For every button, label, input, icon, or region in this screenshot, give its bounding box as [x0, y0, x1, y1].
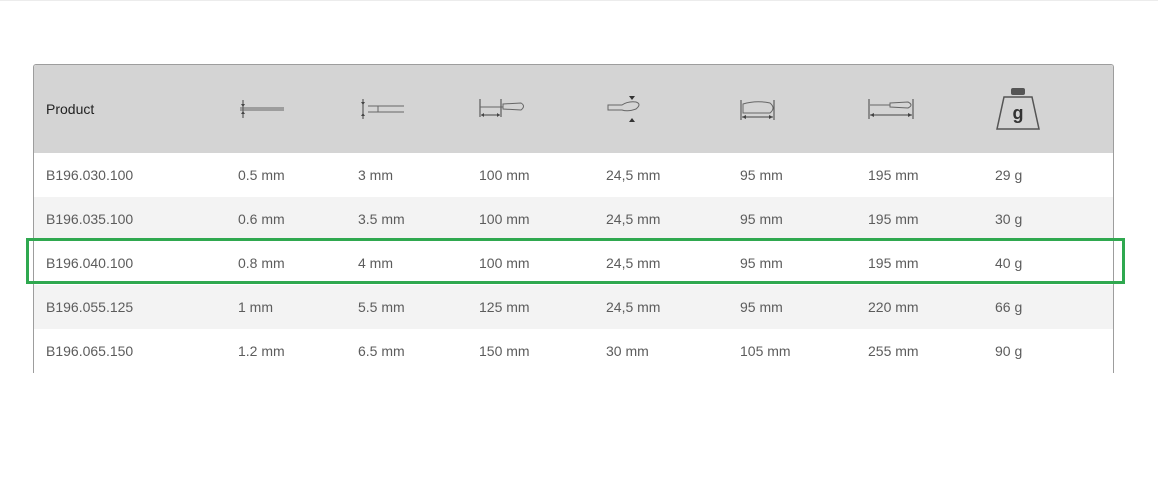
highlighted-row-frame: [26, 238, 1125, 284]
cell-handle-length: 95 mm: [740, 167, 783, 183]
cell-blade-length: 150 mm: [479, 343, 530, 359]
handle-length-icon: [740, 100, 775, 120]
table-header-row: Product g: [34, 65, 1113, 153]
blade-length-icon: [479, 99, 524, 117]
product-spec-table: Product g B196.030.100 0.5 mm 3 mm 100 m…: [33, 64, 1114, 373]
handle-diameter-icon: [607, 96, 640, 122]
cell-product: B196.065.150: [46, 343, 134, 359]
header-blade-width: [358, 65, 479, 153]
cell-total-length: 220 mm: [868, 299, 919, 315]
cell-handle-length: 95 mm: [740, 211, 783, 227]
cell-product: B196.030.100: [46, 167, 134, 183]
cell-total-length: 255 mm: [868, 343, 919, 359]
header-weight: g: [995, 65, 1113, 153]
cell-weight: 66 g: [995, 299, 1023, 315]
cell-blade-length: 100 mm: [479, 167, 530, 183]
weight-icon: g: [996, 88, 1040, 130]
cell-weight: 90 g: [995, 343, 1023, 359]
cell-blade-width: 3.5 mm: [358, 211, 405, 227]
cell-blade-width: 5.5 mm: [358, 299, 405, 315]
cell-blade-thickness: 1.2 mm: [238, 343, 285, 359]
cell-product: B196.035.100: [46, 211, 134, 227]
cell-blade-length: 125 mm: [479, 299, 530, 315]
table-row: B196.030.100 0.5 mm 3 mm 100 mm 24,5 mm 95 mm…: [34, 153, 1113, 197]
blade-width-icon: [361, 99, 404, 119]
table-row: B196.065.150 1.2 mm 6.5 mm 150 mm 30 mm 105 m…: [34, 329, 1113, 373]
cell-handle-diameter: 24,5 mm: [606, 167, 661, 183]
cell-weight: 29 g: [995, 167, 1023, 183]
top-divider: [0, 0, 1158, 1]
header-blade-length: [479, 65, 606, 153]
header-blade-thickness: [238, 65, 358, 153]
cell-blade-thickness: 0.6 mm: [238, 211, 285, 227]
cell-handle-length: 95 mm: [740, 299, 783, 315]
cell-blade-width: 6.5 mm: [358, 343, 405, 359]
cell-total-length: 195 mm: [868, 167, 919, 183]
cell-weight: 30 g: [995, 211, 1023, 227]
table-row: B196.055.125 1 mm 5.5 mm 125 mm 24,5 mm 95 mm…: [34, 285, 1113, 329]
cell-product: B196.055.125: [46, 299, 134, 315]
total-length-icon: [868, 99, 914, 119]
cell-blade-length: 100 mm: [479, 211, 530, 227]
header-total-length: [868, 65, 995, 153]
header-handle-length: [740, 65, 868, 153]
cell-blade-thickness: 1 mm: [238, 299, 273, 315]
header-product: Product: [46, 101, 95, 117]
cell-blade-width: 3 mm: [358, 167, 393, 183]
cell-handle-diameter: 24,5 mm: [606, 211, 661, 227]
cell-handle-length: 105 mm: [740, 343, 791, 359]
cell-handle-diameter: 30 mm: [606, 343, 649, 359]
weight-icon-letter: g: [1013, 103, 1024, 123]
cell-handle-diameter: 24,5 mm: [606, 299, 661, 315]
header-handle-diameter: [606, 65, 740, 153]
blade-thickness-icon: [240, 100, 284, 118]
table-row: B196.035.100 0.6 mm 3.5 mm 100 mm 24,5 mm 95 …: [34, 197, 1113, 241]
cell-total-length: 195 mm: [868, 211, 919, 227]
cell-blade-thickness: 0.5 mm: [238, 167, 285, 183]
